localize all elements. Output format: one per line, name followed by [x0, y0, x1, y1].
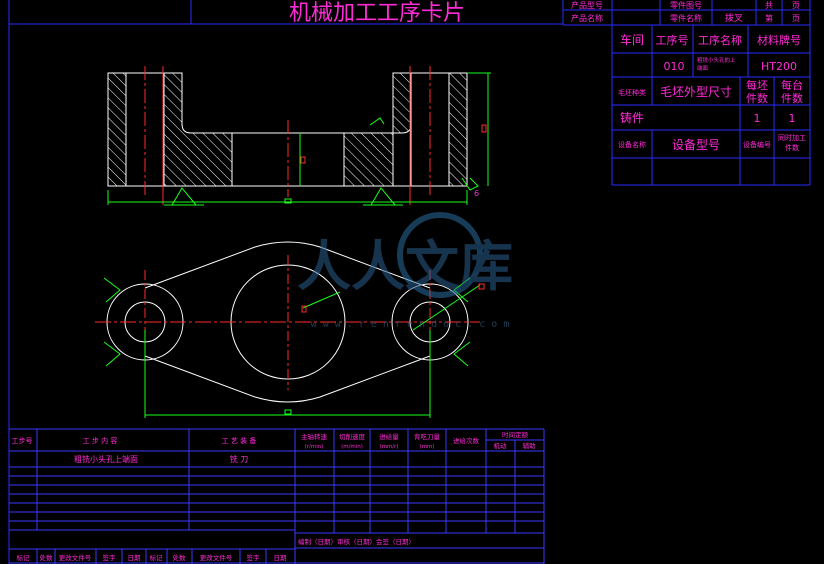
- simultaneous-label-2: 件数: [785, 143, 799, 152]
- spindle-speed-header-1: 主轴转速: [301, 432, 328, 441]
- equipment-no-label: 设备编号: [743, 140, 771, 149]
- header-table: 产品型号 零件图号 共 页 产品名称 零件名称 拨叉 第 页: [563, 0, 810, 25]
- machine-time-header: 机动: [494, 441, 508, 450]
- front-section-view: 6: [107, 66, 491, 206]
- footer-cell: 标记: [17, 553, 31, 562]
- process-no-value: 010: [664, 60, 685, 73]
- part-drawing-no-label: 零件图号: [670, 0, 702, 10]
- right-inner-wall: [343, 72, 412, 187]
- left-inner-wall: [163, 72, 233, 187]
- equipment-model-label: 设备型号: [672, 138, 720, 152]
- sign-row: 编制（日期）审核（日期）会签（日期）: [298, 537, 415, 546]
- footer-cell: 更改文件号: [200, 553, 233, 562]
- step-no-header: 工步号: [12, 437, 33, 445]
- equipment-name-label: 设备名称: [618, 140, 646, 149]
- left-outer-wall: [107, 72, 127, 187]
- simultaneous-label-1: 同时加工: [778, 133, 806, 142]
- depth-header-2: (mm): [419, 444, 434, 450]
- part-name-value: 拨叉: [725, 12, 743, 24]
- equipment-header: 工 艺 装 备: [222, 436, 257, 445]
- footer-cell: 处数: [173, 553, 187, 562]
- page-no-label: 第: [765, 13, 773, 23]
- material-value: HT200: [761, 60, 797, 73]
- process-card-drawing: 机械加工工序卡片 产品型号 零件图号 共 页 产品名称 零件名称 拨叉 第 页: [8, 0, 811, 564]
- parts-per-blank-label-1: 每坯: [746, 78, 768, 92]
- card-title: 机械加工工序卡片: [289, 1, 465, 26]
- spindle-speed-header-2: (r/min): [305, 444, 324, 450]
- parts-per-unit-label-2: 件数: [781, 92, 803, 105]
- feed-header-1: 进给量: [379, 432, 399, 441]
- passes-header: 进给次数: [453, 436, 480, 445]
- watermark-text: 人人文库: [297, 235, 513, 298]
- product-model-label: 产品型号: [571, 0, 603, 10]
- footer-cell: 更改文件号: [59, 553, 92, 562]
- parts-per-blank-label-2: 件数: [746, 92, 768, 105]
- footer-cell: 标记: [150, 553, 164, 562]
- aux-time-header: 辅助: [523, 441, 537, 450]
- process-name-value-2: 端面: [697, 64, 709, 72]
- svg-text:6: 6: [474, 189, 479, 198]
- product-name-label: 产品名称: [571, 13, 603, 23]
- process-table: 工步号 工 步 内 容 工 艺 装 备 主轴转速 (r/min) 切削速度 (m…: [9, 428, 545, 564]
- right-outer-wall: [448, 72, 468, 187]
- info-table: 车间 工序号 工序名称 材料牌号 010 粗铣小头孔的上 端面 HT200 毛坯…: [612, 25, 810, 186]
- parts-per-unit-label-1: 每台: [781, 78, 803, 92]
- watermark: 人人文库 w w w . r e n r e n d o c . c o m: [297, 212, 513, 330]
- parts-per-blank-value: 1: [754, 112, 761, 125]
- parts-per-unit-value: 1: [789, 112, 796, 125]
- footer-cell: 处数: [40, 553, 54, 562]
- footer-cell: 日期: [274, 554, 288, 562]
- blank-type-label: 毛坯种类: [618, 88, 646, 97]
- blank-size-label: 毛坯外型尺寸: [660, 85, 732, 99]
- workshop-label: 车间: [620, 32, 644, 47]
- footer-cell: 签字: [103, 553, 117, 562]
- depth-header-1: 背吃刀量: [414, 432, 441, 441]
- process-no-label: 工序号: [656, 33, 689, 47]
- material-label: 材料牌号: [757, 33, 801, 47]
- footer-cell: 签字: [247, 553, 261, 562]
- process-name-label: 工序名称: [698, 33, 742, 47]
- cutting-speed-header-2: (m/min): [341, 444, 363, 450]
- footer-cell: 日期: [128, 554, 142, 562]
- step-content-header: 工 步 内 容: [83, 436, 118, 445]
- page-unit-1: 页: [792, 1, 800, 10]
- watermark-url: w w w . r e n r e n d o c . c o m: [311, 319, 510, 330]
- process-name-value-1: 粗铣小头孔的上: [697, 56, 736, 64]
- part-name-label: 零件名称: [670, 13, 702, 23]
- total-label: 共: [765, 1, 773, 10]
- equipment-cell: 铣 刀: [230, 454, 249, 464]
- step-content-cell: 粗铣小头孔上端面: [74, 454, 138, 464]
- blank-type-value: 铸件: [620, 110, 644, 125]
- page-unit-2: 页: [792, 14, 800, 23]
- time-quota-header: 时间定额: [502, 430, 529, 439]
- cutting-speed-header-1: 切削速度: [339, 432, 366, 441]
- feed-header-2: (mm/r): [379, 444, 398, 450]
